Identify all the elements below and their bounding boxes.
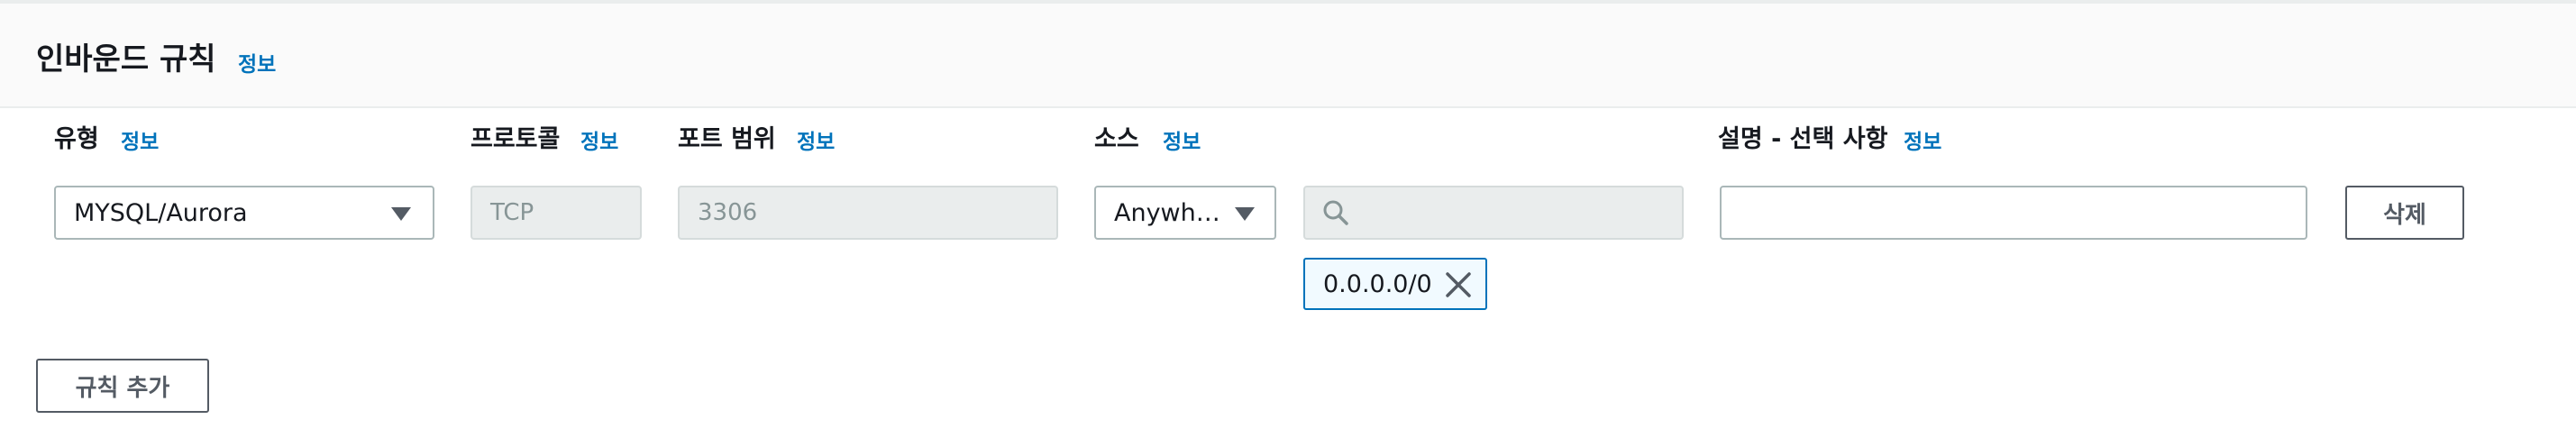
port-range-info-link[interactable]: 정보 (797, 124, 835, 155)
cidr-token: 0.0.0.0/0 (1303, 258, 1487, 310)
description-label: 설명 - 선택 사항 (1718, 125, 1888, 153)
type-label: 유형 (54, 125, 99, 153)
page-title: 인바운드 규칙 (36, 41, 216, 78)
protocol-value: TCP (490, 199, 534, 226)
protocol-info-link[interactable]: 정보 (580, 124, 618, 155)
protocol-label: 프로토콜 (470, 125, 561, 153)
close-icon[interactable] (1444, 270, 1473, 299)
delete-button-label: 삭제 (2383, 201, 2426, 229)
source-info-link[interactable]: 정보 (1163, 124, 1201, 155)
protocol-field: TCP (470, 186, 642, 240)
type-select-value: MYSQL/Aurora (74, 198, 248, 227)
section-header: 인바운드 규칙 정보 (0, 4, 2576, 108)
caret-down-icon (391, 207, 411, 221)
source-select[interactable]: Anywh… (1094, 186, 1276, 240)
description-info-link[interactable]: 정보 (1904, 124, 1941, 155)
port-range-value: 3306 (698, 199, 758, 226)
type-select[interactable]: MYSQL/Aurora (54, 186, 434, 240)
source-search-input[interactable] (1303, 186, 1684, 240)
port-range-label: 포트 범위 (678, 125, 776, 153)
add-rule-button-label: 규칙 추가 (75, 374, 170, 402)
search-icon (1323, 200, 1348, 225)
add-rule-button[interactable]: 규칙 추가 (36, 359, 209, 413)
source-label: 소스 (1094, 125, 1139, 153)
cidr-token-value: 0.0.0.0/0 (1323, 269, 1432, 298)
section-info-link[interactable]: 정보 (238, 47, 276, 78)
description-input[interactable] (1720, 186, 2307, 240)
source-select-value: Anywh… (1114, 198, 1220, 227)
port-range-field: 3306 (678, 186, 1058, 240)
type-info-link[interactable]: 정보 (121, 124, 159, 155)
caret-down-icon (1235, 207, 1255, 221)
delete-button[interactable]: 삭제 (2345, 186, 2464, 240)
